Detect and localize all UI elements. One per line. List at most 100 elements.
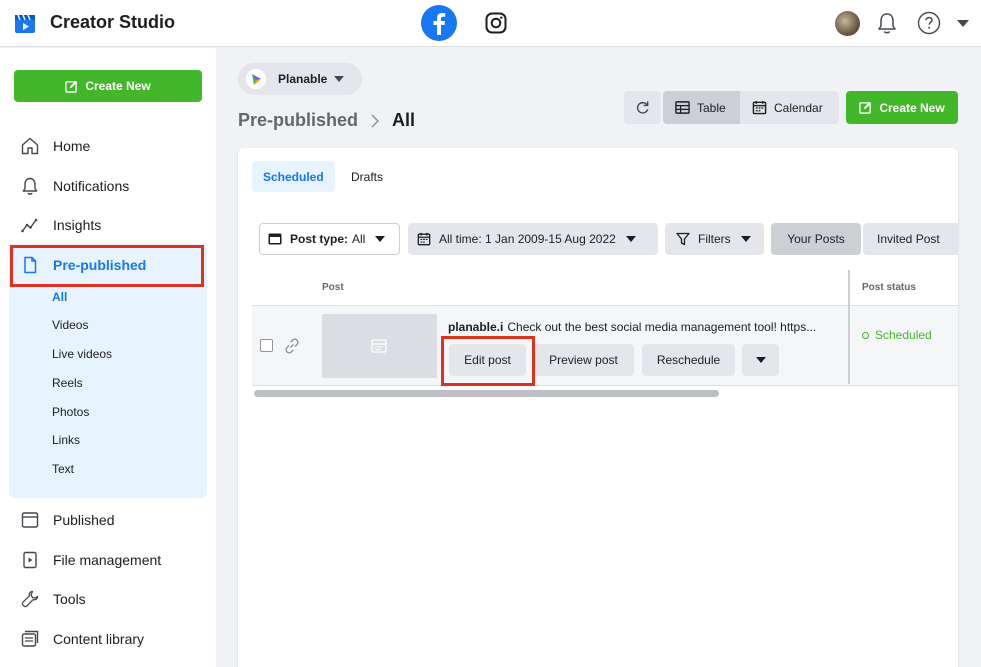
breadcrumb: Pre-published All [238, 110, 415, 131]
post-type-label: Post type: [290, 232, 349, 246]
sidebar-subitem-text[interactable]: Text [52, 462, 74, 476]
home-icon [21, 137, 39, 155]
tab-scheduled[interactable]: Scheduled [252, 161, 335, 192]
table-icon [675, 101, 690, 114]
post-type-filter[interactable]: Post type: All [259, 223, 400, 255]
table-view-button[interactable]: Table [663, 91, 740, 124]
breadcrumb-current: All [392, 110, 416, 130]
bell-icon[interactable] [876, 11, 898, 35]
refresh-button[interactable] [624, 91, 661, 124]
sidebar-item-label: Home [53, 138, 91, 154]
reschedule-button[interactable]: Reschedule [642, 344, 735, 376]
post-author: planable.i [448, 320, 504, 334]
chevron-down-icon [755, 357, 766, 363]
post-type-value: All [352, 232, 366, 246]
sidebar-item-label: Published [53, 512, 115, 528]
published-icon [21, 512, 39, 528]
creator-studio-logo-icon[interactable] [14, 12, 36, 34]
library-icon [21, 630, 39, 647]
post-thumbnail[interactable] [322, 314, 437, 378]
bell-icon [22, 177, 38, 195]
sidebar-item-label: Tools [53, 591, 86, 607]
image-placeholder-icon [371, 339, 387, 353]
sidebar-item-tools[interactable]: Tools [20, 587, 86, 611]
calendar-icon [752, 100, 767, 115]
column-divider [848, 270, 850, 384]
sidebar-item-label: File management [53, 552, 162, 568]
sidebar-subitem-reels[interactable]: Reels [52, 376, 83, 390]
sidebar-item-content-library[interactable]: Content library [20, 627, 144, 651]
chevron-down-icon [740, 236, 751, 242]
filters-label: Filters [698, 232, 731, 246]
sidebar-item-published[interactable]: Published [20, 508, 115, 532]
filters-button[interactable]: Filters [665, 223, 764, 255]
table-header: Post Post status [252, 270, 958, 306]
create-new-button[interactable]: Create New [14, 70, 202, 102]
top-bar: Creator Studio [0, 0, 981, 47]
file-icon [23, 551, 37, 569]
avatar[interactable] [835, 11, 860, 36]
filter-icon [676, 232, 690, 246]
sidebar-item-notifications[interactable]: Notifications [20, 174, 129, 198]
calendar-view-label: Calendar [774, 100, 823, 115]
preview-post-button[interactable]: Preview post [533, 344, 634, 376]
chevron-down-icon [375, 236, 386, 242]
post-caption: planable.i Check out the best social medi… [448, 320, 836, 334]
chevron-down-icon [334, 76, 345, 82]
column-header-post: Post [322, 282, 344, 293]
horizontal-scrollbar[interactable] [254, 390, 719, 397]
calendar-view-button[interactable]: Calendar [740, 91, 839, 124]
facebook-icon[interactable] [421, 5, 457, 41]
chevron-right-icon [371, 113, 380, 128]
create-new-label: Create New [879, 100, 945, 115]
calendar-icon [417, 232, 431, 246]
sidebar-item-home[interactable]: Home [20, 134, 90, 158]
sidebar-subitem-live-videos[interactable]: Live videos [52, 347, 112, 361]
status-label: Scheduled [875, 328, 932, 342]
sidebar-item-insights[interactable]: Insights [20, 213, 101, 237]
breadcrumb-parent[interactable]: Pre-published [238, 110, 358, 131]
highlight-box [10, 245, 204, 287]
edit-icon [859, 101, 872, 114]
page-selector-label: Planable [278, 72, 328, 86]
invited-posts-toggle[interactable]: Invited Post [863, 223, 958, 255]
create-new-label: Create New [85, 79, 151, 93]
column-header-status: Post status [862, 282, 916, 293]
refresh-icon [636, 101, 649, 114]
instagram-icon[interactable] [484, 11, 508, 35]
sidebar: Create New Home Notifications Insights P… [0, 48, 216, 667]
sidebar-item-label: Insights [53, 217, 102, 233]
sidebar-subitem-links[interactable]: Links [52, 433, 80, 447]
page-selector[interactable]: Planable [238, 63, 362, 95]
wrench-icon [21, 590, 39, 608]
sidebar-item-label: Notifications [53, 178, 130, 194]
chevron-down-icon[interactable] [956, 18, 970, 28]
sidebar-item-label: Content library [53, 631, 145, 647]
create-new-button[interactable]: Create New [846, 91, 958, 124]
your-posts-toggle[interactable]: Your Posts [771, 223, 861, 255]
sidebar-subitem-all[interactable]: All [52, 290, 67, 304]
table-row[interactable]: planable.i Check out the best social medi… [252, 306, 958, 386]
insights-icon [21, 218, 38, 233]
status-dot-icon [862, 331, 869, 339]
date-range-filter[interactable]: All time: 1 Jan 2009-15 Aug 2022 [408, 223, 658, 255]
link-icon [285, 338, 299, 354]
sidebar-subitem-photos[interactable]: Photos [52, 405, 89, 419]
tab-drafts[interactable]: Drafts [340, 161, 394, 192]
sidebar-subitem-videos[interactable]: Videos [52, 318, 88, 332]
help-icon[interactable] [917, 11, 941, 35]
planable-logo-icon [246, 69, 266, 89]
status-badge: Scheduled [862, 328, 932, 342]
more-actions-button[interactable] [742, 344, 779, 376]
posts-card: Scheduled Drafts Post type: All All time… [238, 148, 958, 667]
date-range-label: All time: 1 Jan 2009-15 Aug 2022 [439, 232, 616, 246]
post-type-icon [268, 233, 282, 245]
highlight-box [441, 336, 535, 386]
chevron-down-icon [625, 236, 636, 242]
table-view-label: Table [697, 100, 726, 115]
post-text: Check out the best social media manageme… [507, 320, 817, 334]
app-title: Creator Studio [50, 12, 176, 32]
sidebar-item-file-management[interactable]: File management [20, 548, 161, 572]
row-checkbox[interactable] [260, 339, 273, 352]
edit-icon [65, 80, 78, 93]
